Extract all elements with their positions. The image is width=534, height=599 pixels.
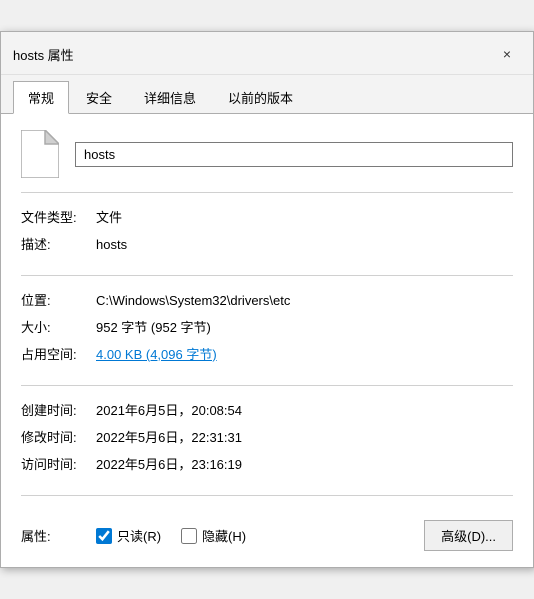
file-header [21, 130, 513, 193]
hidden-label: 隐藏(H) [202, 526, 246, 545]
file-name-input[interactable] [75, 142, 513, 167]
attributes-row: 属性: 只读(R) 隐藏(H) 高级(D)... [21, 510, 513, 551]
file-type-label: 文件类型: [21, 207, 96, 226]
title-bar: hosts 属性 × [1, 32, 533, 75]
tab-details[interactable]: 详细信息 [129, 81, 211, 113]
modified-label: 修改时间: [21, 427, 96, 446]
readonly-checkbox-label[interactable]: 只读(R) [96, 526, 161, 545]
readonly-checkbox[interactable] [96, 528, 112, 544]
disk-size-row: 占用空间: 4.00 KB (4,096 字节) [21, 344, 513, 363]
hidden-checkbox-label[interactable]: 隐藏(H) [181, 526, 246, 545]
hidden-checkbox[interactable] [181, 528, 197, 544]
location-value: C:\Windows\System32\drivers\etc [96, 293, 513, 308]
created-label: 创建时间: [21, 400, 96, 419]
description-row: 描述: hosts [21, 234, 513, 253]
size-label: 大小: [21, 317, 96, 336]
created-row: 创建时间: 2021年6月5日，20:08:54 [21, 400, 513, 419]
type-description-section: 文件类型: 文件 描述: hosts [21, 207, 513, 276]
modified-row: 修改时间: 2022年5月6日，22:31:31 [21, 427, 513, 446]
properties-window: hosts 属性 × 常规 安全 详细信息 以前的版本 文件类型: 文件 [0, 31, 534, 568]
accessed-value: 2022年5月6日，23:16:19 [96, 454, 513, 473]
tab-general[interactable]: 常规 [13, 81, 69, 114]
file-type-value: 文件 [96, 207, 513, 226]
created-value: 2021年6月5日，20:08:54 [96, 400, 513, 419]
accessed-row: 访问时间: 2022年5月6日，23:16:19 [21, 454, 513, 473]
modified-value: 2022年5月6日，22:31:31 [96, 427, 513, 446]
disk-size-label: 占用空间: [21, 344, 96, 363]
attributes-label: 属性: [21, 526, 96, 545]
tab-bar: 常规 安全 详细信息 以前的版本 [1, 75, 533, 114]
size-value: 952 字节 (952 字节) [96, 317, 513, 336]
accessed-label: 访问时间: [21, 454, 96, 473]
timestamps-section: 创建时间: 2021年6月5日，20:08:54 修改时间: 2022年5月6日… [21, 400, 513, 496]
tab-previous-versions[interactable]: 以前的版本 [213, 81, 308, 113]
advanced-button[interactable]: 高级(D)... [424, 520, 513, 551]
readonly-label: 只读(R) [117, 526, 161, 545]
size-row: 大小: 952 字节 (952 字节) [21, 317, 513, 336]
checkbox-group: 只读(R) 隐藏(H) [96, 526, 424, 545]
location-row: 位置: C:\Windows\System32\drivers\etc [21, 290, 513, 309]
description-label: 描述: [21, 234, 96, 253]
window-title: hosts 属性 [13, 45, 74, 64]
disk-size-value[interactable]: 4.00 KB (4,096 字节) [96, 344, 513, 363]
file-type-row: 文件类型: 文件 [21, 207, 513, 226]
file-icon [21, 130, 61, 178]
close-button[interactable]: × [493, 40, 521, 68]
tab-security[interactable]: 安全 [71, 81, 127, 113]
description-value: hosts [96, 237, 513, 252]
location-label: 位置: [21, 290, 96, 309]
tab-content: 文件类型: 文件 描述: hosts 位置: C:\Windows\System… [1, 114, 533, 567]
size-section: 位置: C:\Windows\System32\drivers\etc 大小: … [21, 290, 513, 386]
